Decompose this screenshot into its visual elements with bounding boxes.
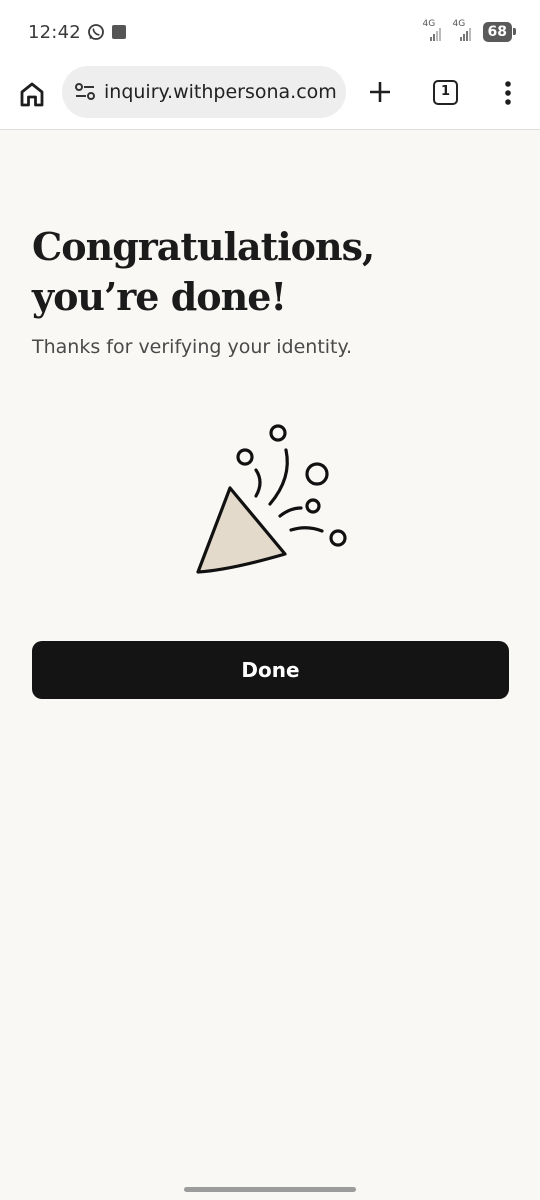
browser-toolbar: inquiry.withpersona.com 1 [0, 64, 540, 130]
address-bar[interactable]: inquiry.withpersona.com [62, 66, 346, 118]
signal-icon: 4G [452, 19, 475, 43]
tab-switcher-icon[interactable]: 1 [433, 80, 458, 105]
status-time: 12:42 [28, 21, 81, 43]
status-right: 4G 4G 68 [422, 19, 517, 43]
whatsapp-icon [87, 23, 105, 41]
page-subtitle: Thanks for verifying your identity. [32, 336, 353, 358]
site-settings-icon[interactable] [74, 81, 96, 103]
signal-label: 4G [422, 19, 436, 29]
battery-indicator: 68 [482, 22, 517, 42]
status-left: 12:42 [28, 22, 127, 43]
new-tab-icon[interactable] [366, 78, 394, 106]
url-text: inquiry.withpersona.com [104, 81, 337, 103]
page-title: Congratulations, you’re done! [32, 224, 375, 319]
gesture-home-indicator[interactable] [184, 1187, 356, 1192]
done-button[interactable]: Done [32, 641, 509, 699]
party-popper-icon [190, 420, 360, 580]
status-bar: 12:42 4G 4G 68 [0, 0, 540, 64]
home-icon[interactable] [16, 78, 48, 110]
square-notification-icon [111, 24, 127, 40]
more-menu-icon[interactable] [502, 79, 514, 107]
signal-label: 4G [452, 19, 466, 29]
signal-icon: 4G [422, 19, 445, 43]
completion-content: Congratulations, you’re done! Thanks for… [32, 222, 510, 358]
